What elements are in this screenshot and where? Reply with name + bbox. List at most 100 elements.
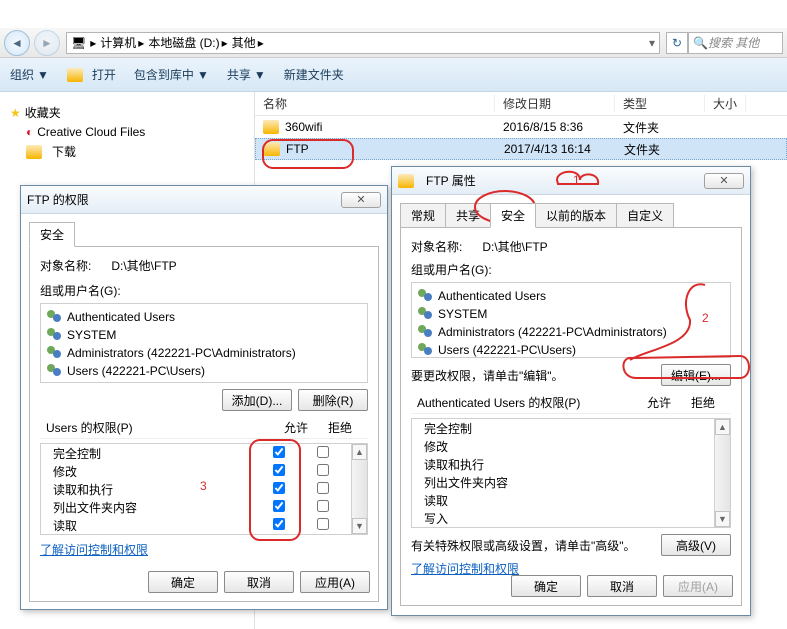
scroll-down[interactable]: ▼ — [352, 518, 367, 534]
breadcrumb-address[interactable]: 🖥 ▸ 计算机 ▸ 本地磁盘 (D:) ▸ 其他 ▸ ▾ — [66, 32, 660, 54]
tab-custom[interactable]: 自定义 — [616, 203, 674, 227]
perm-row-3: 列出文件夹内容 — [41, 498, 351, 516]
crumb-2[interactable]: 其他 ▸ — [232, 34, 264, 51]
ok-button[interactable]: 确定 — [148, 571, 218, 593]
principals-list[interactable]: Authenticated Users SYSTEM Administrator… — [40, 303, 368, 383]
column-headers[interactable]: 名称 修改日期 类型 大小 — [255, 92, 787, 116]
refresh-button[interactable]: ↻ — [666, 32, 688, 54]
dialog-title: FTP 的权限 — [27, 191, 89, 208]
users-icon — [418, 289, 434, 303]
crumb-sep: ▸ — [90, 36, 96, 50]
include-menu[interactable]: 包含到库中 ▼ — [134, 66, 209, 83]
deny-readexec[interactable] — [317, 482, 329, 494]
file-row-0[interactable]: 360wifi 2016/8/15 8:36 文件夹 — [255, 116, 787, 138]
deny-header: 拒绝 — [318, 419, 362, 436]
cancel-button[interactable]: 取消 — [224, 571, 294, 593]
principal-2[interactable]: Administrators (422221-PC\Administrators… — [416, 323, 726, 341]
dialog-titlebar[interactable]: FTP 属性 ✕ — [392, 167, 750, 195]
favorites-header[interactable]: ★收藏夹 — [10, 102, 244, 123]
search-input[interactable]: 🔍 搜索 其他 — [688, 32, 783, 54]
advanced-button[interactable]: 高级(V) — [661, 534, 731, 556]
addr-dropdown[interactable]: ▾ — [649, 36, 655, 50]
principal-2[interactable]: Administrators (422221-PC\Administrators… — [45, 344, 363, 362]
star-icon: ★ — [10, 106, 21, 120]
apply-button[interactable]: 应用(A) — [300, 571, 370, 593]
allow-header: 允许 — [274, 419, 318, 436]
sidebar-item-ccf[interactable]: ◐Creative Cloud Files — [10, 123, 244, 141]
tab-sharing[interactable]: 共享 — [445, 203, 491, 227]
dialog-body: 安全 对象名称: D:\其他\FTP 组或用户名(G): Authenticat… — [21, 214, 387, 610]
tab-security[interactable]: 安全 — [29, 222, 75, 247]
nav-back-button[interactable]: ◄ — [4, 30, 30, 56]
address-bar-row: ◄ ► 🖥 ▸ 计算机 ▸ 本地磁盘 (D:) ▸ 其他 ▸ ▾ ↻ 🔍 搜索 … — [0, 28, 787, 58]
principal-0[interactable]: Authenticated Users — [416, 287, 726, 305]
permissions-dialog: FTP 的权限 ✕ 安全 对象名称: D:\其他\FTP 组或用户名(G): A… — [20, 185, 388, 610]
new-folder-button[interactable]: 新建文件夹 — [284, 66, 344, 83]
deny-modify[interactable] — [317, 464, 329, 476]
allow-fullcontrol[interactable] — [273, 446, 285, 458]
folder-icon — [398, 174, 414, 188]
close-button[interactable]: ✕ — [341, 192, 381, 208]
ok-button[interactable]: 确定 — [511, 575, 581, 597]
principal-3[interactable]: Users (422221-PC\Users) — [416, 341, 726, 359]
perm-scrollbar[interactable]: ▲ ▼ — [714, 419, 730, 527]
edit-button[interactable]: 编辑(E)... — [661, 364, 731, 386]
principal-3[interactable]: Users (422221-PC\Users) — [45, 362, 363, 380]
deny-fullcontrol[interactable] — [317, 446, 329, 458]
organize-menu[interactable]: 组织 ▼ — [10, 66, 49, 83]
add-button[interactable]: 添加(D)... — [222, 389, 292, 411]
open-button[interactable]: 打开 — [67, 66, 116, 83]
dialog-buttons: 确定 取消 应用(A) — [148, 571, 370, 593]
users-icon — [47, 310, 63, 324]
perm-row-2: 读取和执行 — [412, 455, 714, 473]
crumb-1[interactable]: 本地磁盘 (D:) ▸ — [148, 34, 227, 51]
allow-read[interactable] — [273, 518, 285, 530]
properties-dialog: FTP 属性 ✕ 常规 共享 安全 以前的版本 自定义 对象名称: D:\其他\… — [391, 166, 751, 616]
nav-forward-button[interactable]: ► — [34, 30, 60, 56]
perm-scrollbar[interactable]: ▲ ▼ — [351, 444, 367, 534]
allow-readexec[interactable] — [273, 482, 285, 494]
learn-acl-link[interactable]: 了解访问控制和权限 — [40, 543, 148, 557]
group-users-label: 组或用户名(G): — [40, 282, 368, 299]
explorer-toolbar: 组织 ▼ 打开 包含到库中 ▼ 共享 ▼ 新建文件夹 — [0, 58, 787, 92]
scroll-down[interactable]: ▼ — [715, 511, 730, 527]
sidebar-item-downloads[interactable]: 下载 — [10, 141, 244, 162]
perm-row-5: 写入 — [412, 509, 714, 527]
cancel-button[interactable]: 取消 — [587, 575, 657, 597]
tab-general[interactable]: 常规 — [400, 203, 446, 227]
principals-list[interactable]: Authenticated Users SYSTEM Administrator… — [411, 282, 731, 358]
computer-icon: 🖥 — [71, 36, 86, 50]
principal-0[interactable]: Authenticated Users — [45, 308, 363, 326]
scroll-up[interactable]: ▲ — [715, 419, 730, 435]
file-row-1[interactable]: FTP 2017/4/13 16:14 文件夹 — [255, 138, 787, 160]
apply-button[interactable]: 应用(A) — [663, 575, 733, 597]
col-name[interactable]: 名称 — [255, 95, 495, 112]
crumb-0[interactable]: 计算机 ▸ — [100, 34, 144, 51]
tab-previous[interactable]: 以前的版本 — [535, 203, 617, 227]
share-menu[interactable]: 共享 ▼ — [227, 66, 266, 83]
learn-acl-link[interactable]: 了解访问控制和权限 — [411, 562, 519, 576]
allow-list[interactable] — [273, 500, 285, 512]
deny-read[interactable] — [317, 518, 329, 530]
remove-button[interactable]: 删除(R) — [298, 389, 368, 411]
perm-row-0: 完全控制 — [41, 444, 351, 462]
deny-list[interactable] — [317, 500, 329, 512]
dialog-body: 常规 共享 安全 以前的版本 自定义 对象名称: D:\其他\FTP 组或用户名… — [392, 195, 750, 614]
perm-row-4: 读取 — [412, 491, 714, 509]
perm-rows: 完全控制 修改 读取和执行 列出文件夹内容 读取 — [41, 444, 351, 534]
edit-hint: 要更改权限，请单击"编辑"。 — [411, 367, 661, 384]
col-date[interactable]: 修改日期 — [495, 95, 615, 112]
close-button[interactable]: ✕ — [704, 173, 744, 189]
dialog-titlebar[interactable]: FTP 的权限 ✕ — [21, 186, 387, 214]
users-icon — [418, 325, 434, 339]
object-name-label: 对象名称: — [40, 257, 91, 274]
principal-1[interactable]: SYSTEM — [416, 305, 726, 323]
scroll-up[interactable]: ▲ — [352, 444, 367, 460]
principal-buttons: 添加(D)... 删除(R) — [40, 389, 368, 411]
perm-row-1: 修改 — [41, 462, 351, 480]
tab-security[interactable]: 安全 — [490, 203, 536, 228]
allow-modify[interactable] — [273, 464, 285, 476]
col-size[interactable]: 大小 — [705, 95, 746, 112]
principal-1[interactable]: SYSTEM — [45, 326, 363, 344]
col-type[interactable]: 类型 — [615, 95, 705, 112]
